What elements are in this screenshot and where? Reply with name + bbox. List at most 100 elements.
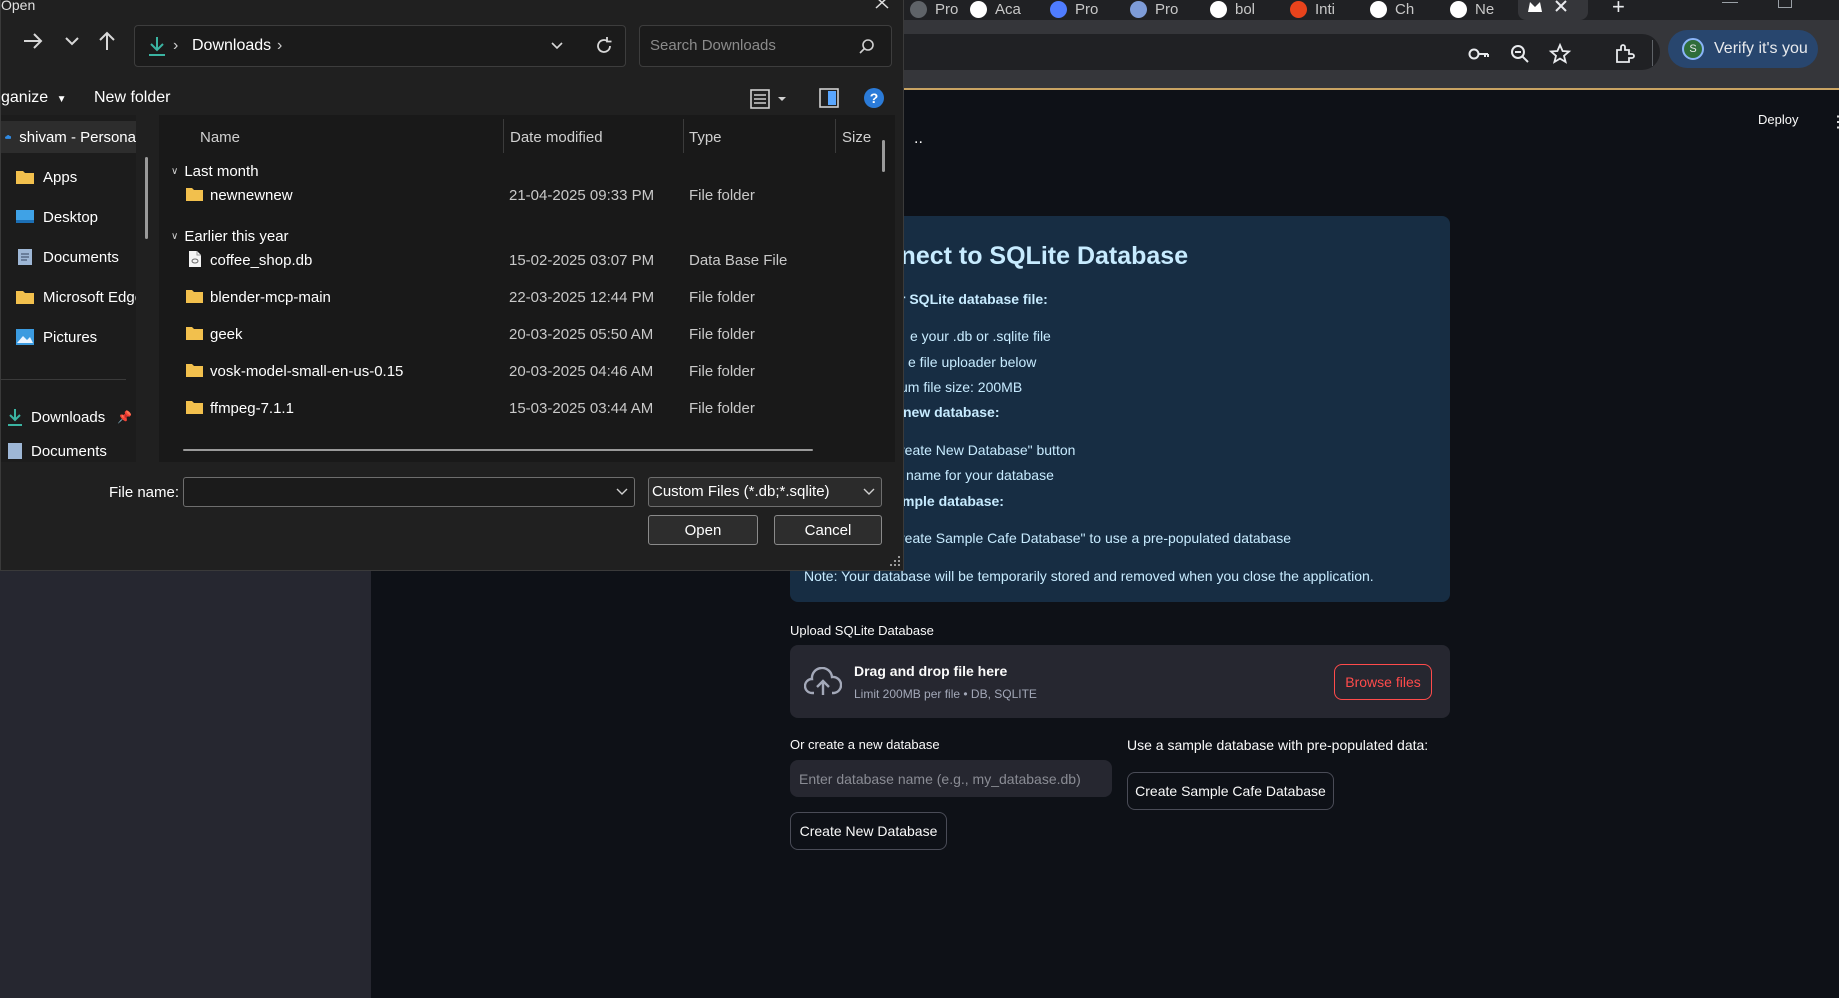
column-header-name[interactable]: Name: [200, 129, 240, 146]
resize-grip-icon[interactable]: [889, 555, 901, 567]
view-options-icon[interactable]: [750, 87, 792, 111]
stray-text: ..: [914, 130, 923, 147]
folder-icon: [186, 401, 203, 414]
nav-item-microsoft-edge[interactable]: Microsoft Edge: [15, 281, 136, 313]
file-row[interactable]: geek 20-03-2025 05:50 AM File folder: [159, 316, 895, 352]
column-divider: [835, 119, 836, 153]
tab-favicon-icon: [970, 0, 987, 18]
browser-tab[interactable]: Aca: [970, 0, 1021, 18]
browser-tab[interactable]: Ne: [1450, 0, 1494, 18]
browser-tab-label: Pro: [1155, 0, 1179, 18]
extensions-puzzle-icon[interactable]: [1612, 42, 1636, 66]
nav-item-onedrive[interactable]: shivam - Persona: [1, 121, 136, 153]
column-header-size[interactable]: Size: [842, 129, 871, 146]
dialog-search-input[interactable]: Search Downloads: [639, 25, 892, 67]
new-tab-button[interactable]: +: [1612, 0, 1625, 20]
file-date: 22-03-2025 12:44 PM: [509, 289, 655, 306]
zoom-icon[interactable]: [1508, 42, 1532, 66]
forward-arrow-icon[interactable]: [21, 29, 45, 53]
bookmark-star-icon[interactable]: [1548, 42, 1572, 66]
info-line: e file uploader below: [908, 354, 1037, 370]
file-name-dropdown-icon[interactable]: [616, 488, 628, 496]
nav-item-desktop[interactable]: Desktop: [15, 201, 98, 233]
browser-tab[interactable]: Inti: [1290, 0, 1335, 18]
nav-item-documents-pinned[interactable]: Documents: [7, 435, 107, 462]
address-breadcrumb-bar[interactable]: › Downloads ›: [134, 25, 626, 67]
file-name-input[interactable]: [183, 477, 635, 507]
nav-item-documents[interactable]: Documents: [15, 241, 119, 273]
column-header-type[interactable]: Type: [689, 129, 722, 146]
dialog-close-icon[interactable]: [875, 0, 889, 9]
file-name: newnewnew: [210, 187, 293, 204]
create-new-database-button[interactable]: Create New Database: [790, 812, 947, 850]
file-date: 20-03-2025 04:46 AM: [509, 363, 654, 380]
close-tab-icon[interactable]: [1554, 0, 1568, 14]
file-list-vertical-scrollbar[interactable]: [882, 140, 885, 172]
file-name: blender-mcp-main: [210, 289, 331, 306]
tab-favicon-icon: [1370, 0, 1387, 18]
nav-item-downloads-pinned[interactable]: Downloads 📌: [7, 401, 132, 433]
deploy-button[interactable]: Deploy: [1758, 112, 1798, 127]
file-row[interactable]: ffmpeg-7.1.1 15-03-2025 03:44 AM File fo…: [159, 390, 895, 426]
password-key-icon[interactable]: [1467, 42, 1491, 66]
up-folder-arrow-icon[interactable]: [95, 29, 119, 53]
new-folder-button[interactable]: New folder: [94, 89, 170, 107]
browser-tab-label: Aca: [995, 0, 1021, 18]
refresh-icon[interactable]: [594, 36, 614, 56]
file-name: coffee_shop.db: [210, 252, 313, 269]
main-menu-icon[interactable]: ⋮: [1830, 112, 1839, 132]
file-row[interactable]: newnewnew 21-04-2025 09:33 PM File folde…: [159, 177, 895, 213]
browser-tab[interactable]: bol: [1210, 0, 1255, 18]
tab-favicon-icon: [1290, 0, 1307, 18]
recent-locations-chevron-icon[interactable]: [60, 29, 84, 53]
create-db-label: Or create a new database: [790, 737, 940, 752]
pictures-icon: [16, 329, 34, 345]
tab-favicon-icon: [1528, 2, 1542, 12]
maximize-window-icon[interactable]: [1778, 0, 1792, 8]
database-name-input[interactable]: Enter database name (e.g., my_database.d…: [790, 760, 1112, 797]
nav-item-label: Documents: [43, 248, 119, 266]
help-icon[interactable]: ?: [863, 87, 885, 109]
browser-tab-label: bol: [1235, 0, 1256, 18]
file-list-horizontal-scrollbar[interactable]: [183, 449, 813, 451]
folder-icon: [186, 290, 203, 303]
open-button[interactable]: Open: [648, 515, 758, 545]
sample-db-label: Use a sample database with pre-populated…: [1127, 737, 1429, 753]
tab-favicon-icon: [910, 0, 927, 18]
pin-icon: 📌: [117, 410, 133, 424]
profile-avatar: S: [1682, 38, 1704, 60]
info-line: um file size: 200MB: [900, 379, 1023, 395]
preview-pane-icon[interactable]: [818, 87, 840, 109]
address-history-chevron-icon[interactable]: [549, 38, 565, 54]
file-row[interactable]: vosk-model-small-en-us-0.15 20-03-2025 0…: [159, 353, 895, 389]
minimize-window-icon[interactable]: [1722, 2, 1738, 3]
file-row[interactable]: coffee_shop.db 15-02-2025 03:07 PM Data …: [159, 242, 895, 278]
nav-item-label: Apps: [43, 168, 78, 186]
nav-pane-scrollbar[interactable]: [145, 157, 148, 239]
browser-tab[interactable]: Pro: [1130, 0, 1178, 18]
folder-icon: [186, 327, 203, 340]
file-uploader-dropzone[interactable]: Drag and drop file here Limit 200MB per …: [790, 645, 1450, 718]
address-bar[interactable]: [880, 34, 1660, 70]
file-name: geek: [210, 326, 243, 343]
organize-menu-button[interactable]: ganize ▼: [1, 89, 67, 107]
folder-icon: [186, 364, 203, 377]
nav-item-apps[interactable]: Apps: [15, 161, 77, 193]
cancel-button[interactable]: Cancel: [774, 515, 882, 545]
browser-tab[interactable]: Pro: [910, 0, 958, 18]
browse-files-button[interactable]: Browse files: [1334, 664, 1432, 700]
tab-favicon-icon: [1130, 0, 1147, 18]
active-tab[interactable]: [1518, 0, 1588, 20]
column-header-date-modified[interactable]: Date modified: [510, 129, 603, 146]
profile-verify-button[interactable]: S Verify it's you: [1668, 30, 1818, 68]
create-sample-database-button[interactable]: Create Sample Cafe Database: [1127, 772, 1334, 810]
browser-tab[interactable]: Ch: [1370, 0, 1414, 18]
drag-drop-text: Drag and drop file here: [854, 663, 1008, 679]
breadcrumb-downloads[interactable]: Downloads: [192, 37, 271, 55]
file-type-filter-select[interactable]: Custom Files (*.db;*.sqlite): [648, 477, 882, 507]
browser-tab[interactable]: Pro: [1050, 0, 1098, 18]
nav-item-pictures[interactable]: Pictures: [15, 321, 97, 353]
search-icon[interactable]: [858, 38, 876, 56]
file-row[interactable]: blender-mcp-main 22-03-2025 12:44 PM Fil…: [159, 279, 895, 315]
organize-dropdown-icon: ▼: [56, 94, 67, 105]
